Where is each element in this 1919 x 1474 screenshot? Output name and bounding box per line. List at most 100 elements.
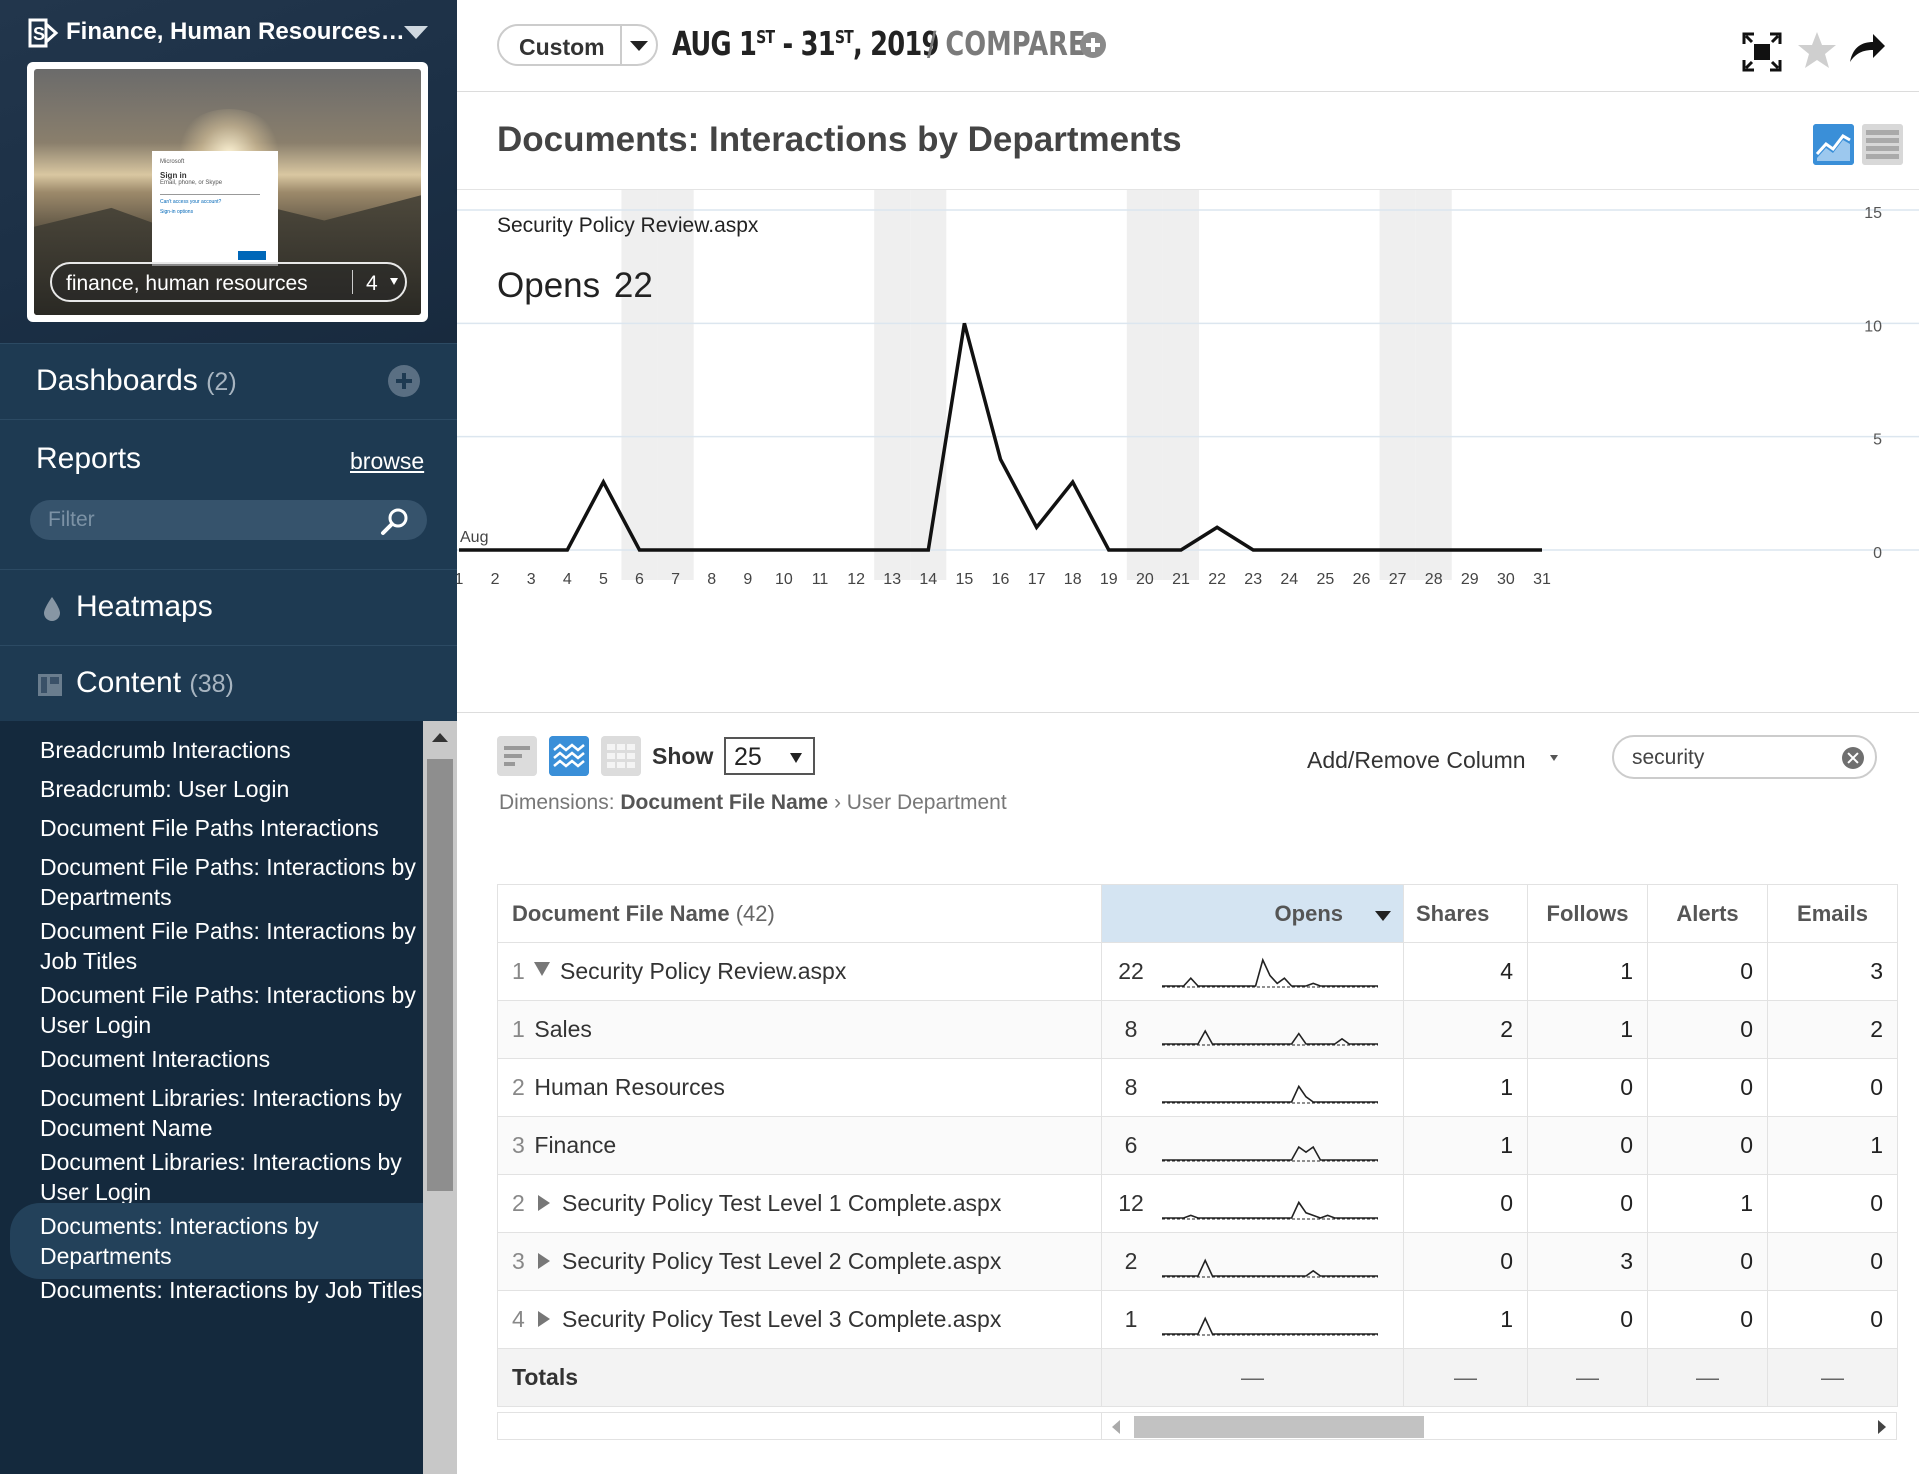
- data-point[interactable]: [993, 451, 1009, 467]
- column-header-alerts[interactable]: Alerts: [1647, 884, 1768, 943]
- cell-document-name[interactable]: 1 Security Policy Review.aspx: [497, 942, 1102, 1001]
- sidebar-report-item[interactable]: Document File Paths: Interactions by Job…: [0, 916, 423, 976]
- column-header-document-file-name[interactable]: Document File Name (42): [497, 884, 1102, 943]
- data-point[interactable]: [487, 542, 503, 558]
- chevron-down-icon[interactable]: [390, 278, 398, 285]
- graph-view-icon[interactable]: [1813, 124, 1854, 165]
- site-card[interactable]: Microsoft Sign in Email, phone, or Skype…: [27, 62, 428, 322]
- row-name[interactable]: Security Policy Test Level 1 Complete.as…: [562, 1190, 1001, 1216]
- cell-document-name[interactable]: 2 Human Resources: [497, 1058, 1102, 1117]
- data-point[interactable]: [1065, 474, 1081, 490]
- data-point[interactable]: [1462, 542, 1478, 558]
- content-label[interactable]: Content (38): [76, 666, 234, 700]
- sidebar-report-item[interactable]: Documents: Interactions by Departments: [10, 1203, 423, 1279]
- sidebar-report-item[interactable]: Document File Paths Interactions: [0, 813, 423, 843]
- row-name[interactable]: Human Resources: [534, 1074, 724, 1100]
- sidebar-report-item[interactable]: Document Libraries: Interactions by Docu…: [0, 1083, 423, 1143]
- rows-per-page-select[interactable]: 25: [724, 737, 815, 775]
- data-point[interactable]: [1137, 542, 1153, 558]
- data-point[interactable]: [740, 542, 756, 558]
- data-point[interactable]: [848, 542, 864, 558]
- column-header-emails[interactable]: Emails: [1767, 884, 1898, 943]
- column-header-opens[interactable]: Opens: [1101, 884, 1404, 943]
- data-point[interactable]: [1390, 542, 1406, 558]
- sidebar-report-item[interactable]: Document File Paths: Interactions by Dep…: [0, 852, 423, 912]
- scroll-left-arrow-icon[interactable]: [1112, 1420, 1120, 1434]
- expand-triangle-icon[interactable]: [538, 1311, 550, 1327]
- data-point[interactable]: [632, 542, 648, 558]
- dashboards-label[interactable]: Dashboards (2): [36, 364, 237, 398]
- line-chart[interactable]: 0510151 2 3 4 5 6 7 8 9 10 11 12 13 14 15 16 17 18 19 20 21 2…: [457, 190, 1919, 713]
- cell-document-name[interactable]: 1 Sales: [497, 1000, 1102, 1059]
- data-point[interactable]: [1426, 542, 1442, 558]
- expand-triangle-icon[interactable]: [538, 1195, 550, 1211]
- sidebar-section-dashboards[interactable]: Dashboards (2): [0, 343, 457, 419]
- reports-browse-link[interactable]: browse: [350, 448, 424, 475]
- heatmaps-label[interactable]: Heatmaps: [76, 590, 213, 624]
- data-point[interactable]: [920, 542, 936, 558]
- sidebar-report-item[interactable]: Document File Paths: Interactions by Use…: [0, 980, 423, 1040]
- table-row[interactable]: 4 Security Policy Test Level 3 Complete.a…: [497, 1290, 1898, 1349]
- reports-label[interactable]: Reports: [36, 442, 141, 476]
- table-search[interactable]: [1612, 735, 1877, 779]
- table-row[interactable]: 2 Human Resources 8 1 0 0 0: [497, 1058, 1898, 1117]
- date-range-label[interactable]: AUG 1ST - 31ST, 2019: [672, 24, 939, 63]
- sharepoint-logo-icon[interactable]: S: [26, 16, 66, 50]
- scroll-up-arrow-icon[interactable]: [432, 733, 448, 742]
- search-icon[interactable]: [378, 506, 412, 536]
- row-name[interactable]: Finance: [534, 1132, 616, 1158]
- bar-view-icon[interactable]: [497, 736, 537, 776]
- scroll-right-arrow-icon[interactable]: [1878, 1420, 1886, 1434]
- table-row[interactable]: 3 Security Policy Test Level 2 Complete.a…: [497, 1232, 1898, 1291]
- sidebar-section-content[interactable]: Content (38): [0, 645, 457, 721]
- cell-document-name[interactable]: 4 Security Policy Test Level 3 Complete.a…: [497, 1290, 1102, 1349]
- data-point[interactable]: [668, 542, 684, 558]
- grid-view-icon[interactable]: [601, 736, 641, 776]
- expand-triangle-icon[interactable]: [538, 1253, 550, 1269]
- site-title[interactable]: Finance, Human Resources ...: [66, 18, 406, 46]
- data-point[interactable]: [1534, 542, 1550, 558]
- chevron-down-icon[interactable]: [1550, 755, 1558, 761]
- table-row[interactable]: 1 Security Policy Review.aspx 22 4 1 0 3: [497, 942, 1898, 1001]
- add-dashboard-plus-icon[interactable]: [388, 365, 420, 397]
- data-point[interactable]: [1354, 542, 1370, 558]
- site-filter-select[interactable]: finance, human resources 4: [50, 262, 407, 302]
- dimension-primary[interactable]: Document File Name: [620, 791, 828, 814]
- dimension-secondary[interactable]: User Department: [847, 791, 1007, 814]
- favorite-star-icon[interactable]: [1797, 30, 1837, 70]
- scrollbar-thumb[interactable]: [427, 759, 453, 1191]
- sidebar-report-item[interactable]: Documents: Interactions by Job Titles: [0, 1275, 423, 1305]
- sidebar-report-item[interactable]: Document Interactions: [0, 1044, 423, 1074]
- data-point[interactable]: [523, 542, 539, 558]
- row-name[interactable]: Security Policy Test Level 3 Complete.as…: [562, 1306, 1001, 1332]
- row-name[interactable]: Security Policy Test Level 2 Complete.as…: [562, 1248, 1001, 1274]
- data-point[interactable]: [1101, 542, 1117, 558]
- table-row[interactable]: 1 Sales 8 2 1 0 2: [497, 1000, 1898, 1059]
- compare-add-plus-icon[interactable]: [1080, 32, 1106, 58]
- chevron-down-icon[interactable]: [790, 753, 802, 763]
- site-dropdown-chevron-icon[interactable]: [404, 26, 428, 39]
- data-point[interactable]: [1498, 542, 1514, 558]
- data-point[interactable]: [1173, 542, 1189, 558]
- cell-document-name[interactable]: 2 Security Policy Test Level 1 Complete.a…: [497, 1174, 1102, 1233]
- data-point[interactable]: [812, 542, 828, 558]
- data-point[interactable]: [595, 474, 611, 490]
- column-header-shares[interactable]: Shares: [1403, 884, 1528, 943]
- sort-descending-icon[interactable]: [1375, 911, 1391, 921]
- data-point[interactable]: [884, 542, 900, 558]
- table-row[interactable]: 3 Finance 6 1 0 0 1: [497, 1116, 1898, 1175]
- compare-link[interactable]: / COMPARE: [927, 24, 1086, 63]
- data-point[interactable]: [1209, 519, 1225, 535]
- sidebar-section-heatmaps[interactable]: Heatmaps: [0, 569, 457, 645]
- chevron-down-icon[interactable]: [630, 41, 648, 51]
- cell-document-name[interactable]: 3 Finance: [497, 1116, 1102, 1175]
- data-point[interactable]: [1317, 542, 1333, 558]
- sparkline-view-icon[interactable]: [549, 736, 589, 776]
- sidebar-report-item[interactable]: Breadcrumb: User Login: [0, 774, 423, 804]
- data-point[interactable]: [1029, 519, 1045, 535]
- column-header-follows[interactable]: Follows: [1527, 884, 1648, 943]
- data-point[interactable]: [704, 542, 720, 558]
- reports-filter[interactable]: [30, 500, 427, 540]
- date-range-select[interactable]: Custom: [497, 24, 658, 66]
- cell-document-name[interactable]: 3 Security Policy Test Level 2 Complete.a…: [497, 1232, 1102, 1291]
